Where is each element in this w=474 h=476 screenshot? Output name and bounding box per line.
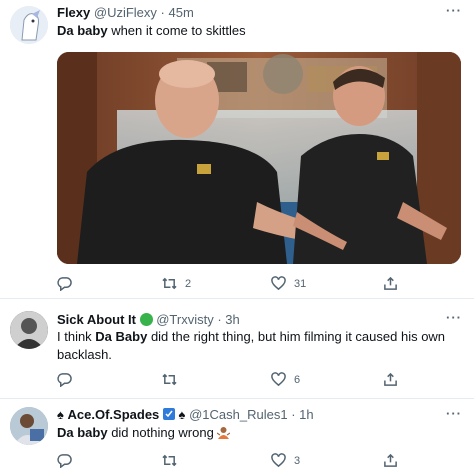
- tweet-text-bold: Da baby: [57, 23, 108, 38]
- user-handle[interactable]: @1Cash_Rules1: [189, 407, 287, 422]
- tweet-1[interactable]: Flexy @UziFlexy · 45m ··· Da baby when i…: [0, 0, 474, 296]
- share-icon: [384, 372, 397, 386]
- tweet-header: ♠ Ace.Of.Spades ♠ @1Cash_Rules1 · 1h: [57, 407, 314, 423]
- tweet-2[interactable]: Sick About It @Trxvisty · 3h ··· I think…: [0, 299, 474, 397]
- avatar-image: [10, 311, 48, 349]
- like-icon: [271, 453, 286, 468]
- user-handle[interactable]: @UziFlexy: [94, 5, 157, 20]
- tweet-header: Flexy @UziFlexy · 45m: [57, 5, 194, 21]
- tweet-text-a: I think: [57, 329, 96, 344]
- display-name[interactable]: Ace.Of.Spades: [68, 407, 160, 422]
- share-button[interactable]: [383, 453, 398, 468]
- more-icon[interactable]: ···: [446, 3, 462, 18]
- tweet-actions: 2 31: [57, 276, 437, 294]
- tweet-actions: 3: [57, 453, 437, 471]
- person-shrug-emoji-icon: [217, 427, 231, 439]
- reply-button[interactable]: [57, 276, 80, 291]
- user-handle[interactable]: @Trxvisty: [156, 312, 213, 327]
- more-icon[interactable]: ···: [446, 310, 462, 325]
- avatar[interactable]: [10, 407, 48, 445]
- like-count: 6: [294, 373, 301, 386]
- avatar-image: [10, 407, 48, 445]
- avatar[interactable]: [10, 6, 48, 44]
- tweet-text: I think Da Baby did the right thing, but…: [57, 328, 445, 364]
- like-icon: [271, 372, 286, 387]
- tweet-header: Sick About It @Trxvisty · 3h: [57, 312, 240, 328]
- display-name[interactable]: Sick About It: [57, 312, 136, 327]
- spade-icon: ♠: [178, 407, 186, 422]
- pawn-shop-scene: [57, 52, 461, 264]
- tweet-media-image[interactable]: [57, 52, 461, 264]
- like-icon: [271, 276, 286, 291]
- share-icon: [384, 276, 397, 290]
- timestamp[interactable]: 1h: [299, 407, 313, 422]
- share-button[interactable]: [383, 276, 398, 291]
- retweet-button[interactable]: [162, 453, 185, 468]
- display-name[interactable]: Flexy: [57, 5, 90, 20]
- like-button[interactable]: 31: [271, 276, 306, 291]
- timestamp[interactable]: 45m: [169, 5, 194, 20]
- separator: ·: [217, 312, 222, 327]
- tweet-text-rest: did nothing wrong: [107, 425, 214, 440]
- tweet-3[interactable]: ♠ Ace.Of.Spades ♠ @1Cash_Rules1 · 1h ···…: [0, 399, 474, 476]
- like-count: 31: [294, 277, 307, 290]
- avatar[interactable]: [10, 311, 48, 349]
- retweet-icon: [162, 454, 177, 467]
- retweet-icon: [162, 373, 177, 386]
- retweet-icon: [162, 277, 177, 290]
- reply-button[interactable]: [57, 453, 80, 468]
- avatar-image: [10, 6, 48, 44]
- more-icon[interactable]: ···: [446, 406, 462, 421]
- share-button[interactable]: [383, 372, 398, 387]
- verified-blue-icon: [162, 408, 175, 420]
- tweet-text-bold: Da Baby: [95, 329, 148, 344]
- tweet-text-line2: backlash.: [57, 347, 112, 362]
- like-button[interactable]: 6: [271, 372, 300, 387]
- tweet-text-rest: when it come to skittles: [107, 23, 246, 38]
- retweet-count: 2: [185, 277, 192, 290]
- tweet-actions: 6: [57, 372, 437, 390]
- reply-button[interactable]: [57, 372, 80, 387]
- tweet-text-bold: Da baby: [57, 425, 108, 440]
- share-icon: [384, 453, 397, 467]
- spade-icon: ♠: [57, 407, 64, 422]
- tweet-text-b: did the right thing, but him filming it …: [147, 329, 446, 344]
- retweet-button[interactable]: [162, 372, 185, 387]
- tweet-text: Da baby when it come to skittles: [57, 22, 246, 40]
- separator: ·: [291, 407, 296, 422]
- like-button[interactable]: 3: [271, 453, 300, 468]
- like-count: 3: [294, 454, 301, 467]
- timestamp[interactable]: 3h: [225, 312, 239, 327]
- tweet-text: Da baby did nothing wrong: [57, 424, 231, 442]
- sick-emoji-icon: [139, 313, 153, 326]
- separator: ·: [160, 5, 165, 20]
- reply-icon: [57, 373, 72, 387]
- reply-icon: [57, 454, 72, 468]
- retweet-button[interactable]: 2: [162, 276, 191, 291]
- reply-icon: [57, 277, 72, 291]
